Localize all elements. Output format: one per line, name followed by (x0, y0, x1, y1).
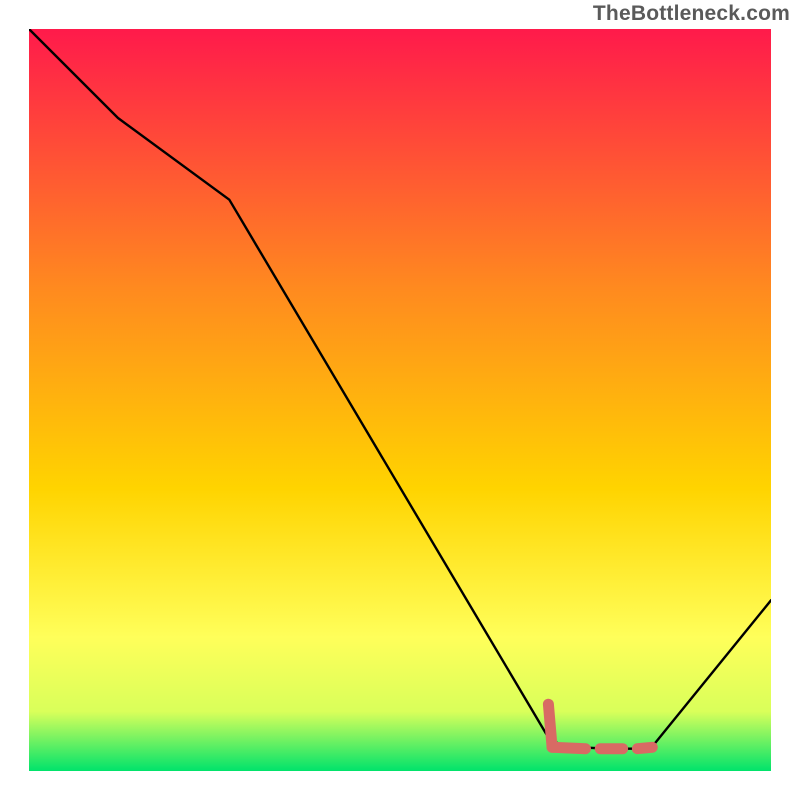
curve-layer (29, 29, 771, 771)
optimal-markers (548, 704, 652, 749)
optimal-L-segment-horz (552, 747, 585, 748)
bottleneck-curve (29, 29, 771, 749)
optimal-dash-2 (637, 747, 652, 748)
plot-area (29, 29, 771, 771)
watermark-text: TheBottleneck.com (593, 2, 790, 26)
chart-wrapper: TheBottleneck.com (0, 0, 800, 800)
optimal-L-segment-vert (548, 704, 552, 747)
